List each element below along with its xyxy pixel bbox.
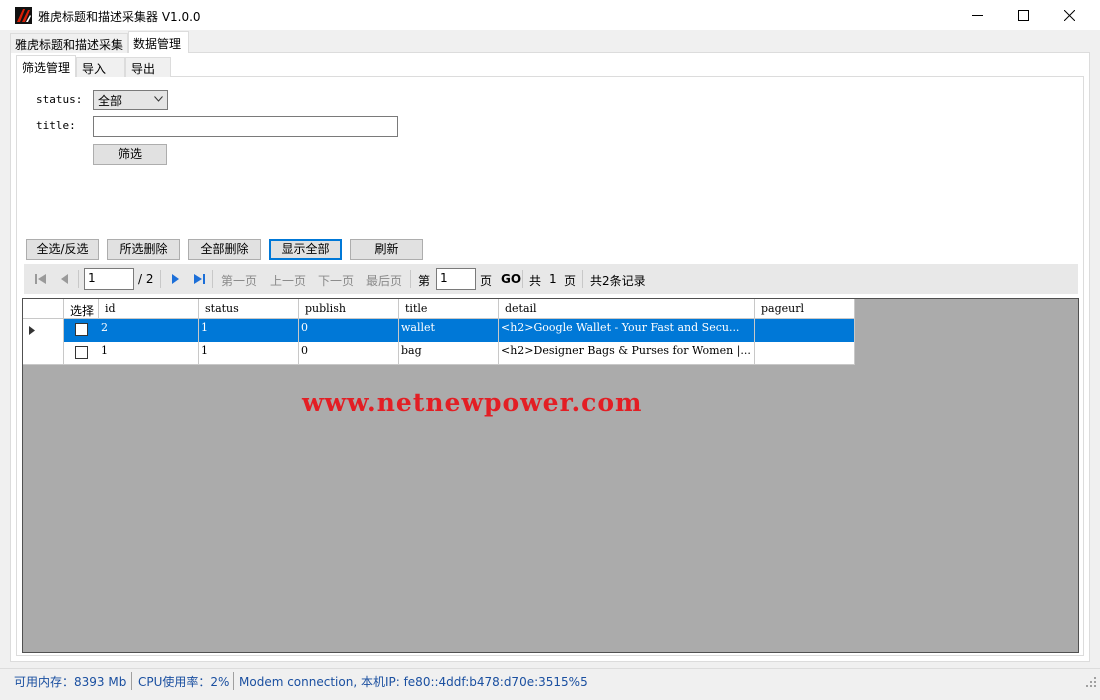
- pager-separator: [78, 270, 79, 288]
- pager-separator: [160, 270, 161, 288]
- tab-import[interactable]: 导入: [76, 57, 125, 77]
- total-pages-text: / 2: [138, 272, 154, 286]
- row-header[interactable]: [23, 319, 64, 342]
- resize-grip-icon[interactable]: [1086, 677, 1096, 687]
- window-title: 雅虎标题和描述采集器 V1.0.0: [38, 10, 201, 24]
- cell-detail: <h2>Google Wallet - Your Fast and Secu..…: [499, 319, 755, 342]
- maximize-button[interactable]: [1000, 0, 1046, 31]
- cell-pageurl: [755, 342, 855, 364]
- tab-filter-management[interactable]: 筛选管理: [16, 55, 76, 77]
- total-suffix: 页: [564, 274, 577, 288]
- filter-button[interactable]: 筛选: [93, 144, 167, 165]
- pager-separator: [522, 270, 523, 288]
- grid-header-row: 选择 id status publish title detail pageur…: [23, 299, 855, 319]
- delete-selected-button[interactable]: 所选删除: [107, 239, 180, 260]
- cell-title: bag: [399, 342, 499, 364]
- show-all-button[interactable]: 显示全部: [269, 239, 342, 260]
- column-header-pageurl[interactable]: pageurl: [755, 299, 855, 318]
- row-select-checkbox[interactable]: [75, 346, 88, 359]
- watermark-text: www.netnewpower.com: [302, 388, 643, 417]
- status-separator: [131, 672, 132, 690]
- app-logo-icon: [15, 7, 32, 24]
- row-header[interactable]: [23, 342, 64, 364]
- cell-pageurl: [755, 319, 855, 342]
- maximize-icon: [1017, 10, 1029, 21]
- last-page-icon[interactable]: [192, 272, 206, 286]
- column-header-publish[interactable]: publish: [299, 299, 399, 318]
- pager-bar: 1 / 2 第一页 上一页 下一页 最后页 第 1 页 GO 共 1 页 共2条…: [24, 264, 1078, 294]
- chevron-down-icon: [154, 96, 163, 102]
- title-bar: 雅虎标题和描述采集器 V1.0.0: [0, 0, 1100, 31]
- close-button[interactable]: [1046, 0, 1092, 31]
- cell-title: wallet: [399, 319, 499, 342]
- total-prefix: 共: [529, 274, 542, 288]
- cell-status: 1: [199, 342, 299, 364]
- status-separator: [233, 672, 234, 690]
- last-page-link[interactable]: 最后页: [366, 272, 402, 289]
- table-row[interactable]: 2 1 0 wallet <h2>Google Wallet - Your Fa…: [23, 319, 855, 342]
- goto-prefix: 第: [418, 274, 431, 288]
- row-header-corner: [23, 299, 64, 318]
- memory-status: 可用内存：8393 Mb: [14, 675, 127, 689]
- previous-page-link[interactable]: 上一页: [270, 272, 306, 289]
- goto-page-input[interactable]: 1: [436, 268, 476, 290]
- column-header-select[interactable]: 选择: [64, 299, 99, 318]
- goto-suffix: 页: [480, 274, 493, 288]
- status-label: status:: [36, 93, 83, 106]
- first-page-link[interactable]: 第一页: [221, 272, 257, 289]
- pager-separator: [212, 270, 213, 288]
- status-select-value: 全部: [98, 94, 123, 108]
- cpu-status: CPU使用率：2%: [138, 675, 230, 689]
- pager-separator: [410, 270, 411, 288]
- go-button[interactable]: GO: [501, 272, 521, 286]
- network-status: Modem connection, 本机IP: fe80::4ddf:b478:…: [239, 675, 588, 689]
- cell-publish: 0: [299, 342, 399, 364]
- next-page-icon[interactable]: [168, 272, 182, 286]
- status-select[interactable]: 全部: [93, 90, 168, 110]
- first-page-icon[interactable]: [34, 272, 48, 286]
- row-select-checkbox[interactable]: [75, 323, 88, 336]
- refresh-button[interactable]: 刷新: [350, 239, 423, 260]
- cell-id: 1: [99, 342, 199, 364]
- pager-separator: [582, 270, 583, 288]
- cell-detail: <h2>Designer Bags & Purses for Women |..…: [499, 342, 755, 364]
- select-all-toggle-button[interactable]: 全选/反选: [26, 239, 99, 260]
- cell-status: 1: [199, 319, 299, 342]
- total-page-count: 1: [549, 272, 557, 286]
- tab-data-management[interactable]: 数据管理: [128, 31, 189, 53]
- tab-yahoo-collect[interactable]: 雅虎标题和描述采集: [10, 33, 128, 53]
- next-page-link[interactable]: 下一页: [318, 272, 354, 289]
- column-header-status[interactable]: status: [199, 299, 299, 318]
- column-header-detail[interactable]: detail: [499, 299, 755, 318]
- column-header-id[interactable]: id: [99, 299, 199, 318]
- table-row[interactable]: 1 1 0 bag <h2>Designer Bags & Purses for…: [23, 342, 855, 365]
- close-icon: [1063, 10, 1075, 21]
- title-input[interactable]: [93, 116, 398, 137]
- previous-page-icon[interactable]: [58, 272, 72, 286]
- minimize-icon: [971, 15, 983, 16]
- current-row-arrow-icon: [29, 326, 35, 335]
- minimize-button[interactable]: [954, 0, 1000, 31]
- cell-id: 2: [99, 319, 199, 342]
- delete-all-button[interactable]: 全部删除: [188, 239, 261, 260]
- title-label: title:: [36, 119, 76, 132]
- data-grid[interactable]: 选择 id status publish title detail pageur…: [22, 298, 1079, 653]
- status-bar: 可用内存：8393 Mb CPU使用率：2% Modem connection,…: [0, 668, 1100, 692]
- cell-publish: 0: [299, 319, 399, 342]
- current-page-input[interactable]: 1: [84, 268, 134, 290]
- column-header-title[interactable]: title: [399, 299, 499, 318]
- tab-export[interactable]: 导出: [125, 57, 171, 77]
- record-count: 共2条记录: [590, 274, 646, 288]
